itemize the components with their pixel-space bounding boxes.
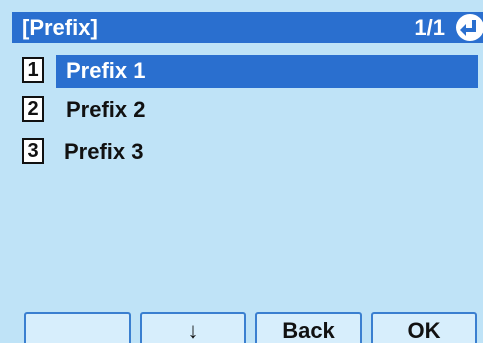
title-bar: [Prefix] 1/1: [12, 12, 483, 43]
item-number: 2: [22, 96, 44, 122]
page-title: [Prefix]: [22, 15, 98, 40]
softkey-1-button[interactable]: [24, 312, 131, 343]
item-label: Prefix 2: [66, 97, 146, 122]
phone-display: [Prefix] 1/1 1 Prefix 1 2 Prefix 2 3 Pre…: [0, 0, 483, 343]
item-number: 1: [22, 57, 44, 83]
prefix-list: 1 Prefix 1 2 Prefix 2 3 Prefix 3: [12, 43, 483, 343]
down-arrow-button[interactable]: ↓: [140, 312, 246, 343]
softkey-bar: ↓ Back OK: [0, 312, 483, 343]
page-indicator: 1/1: [414, 15, 445, 40]
return-arrow-icon[interactable]: [453, 13, 483, 42]
item-label: Prefix 3: [64, 139, 144, 164]
item-number: 3: [22, 138, 44, 164]
item-label: Prefix 1: [66, 58, 146, 83]
ok-button[interactable]: OK: [371, 312, 477, 343]
back-button[interactable]: Back: [255, 312, 362, 343]
